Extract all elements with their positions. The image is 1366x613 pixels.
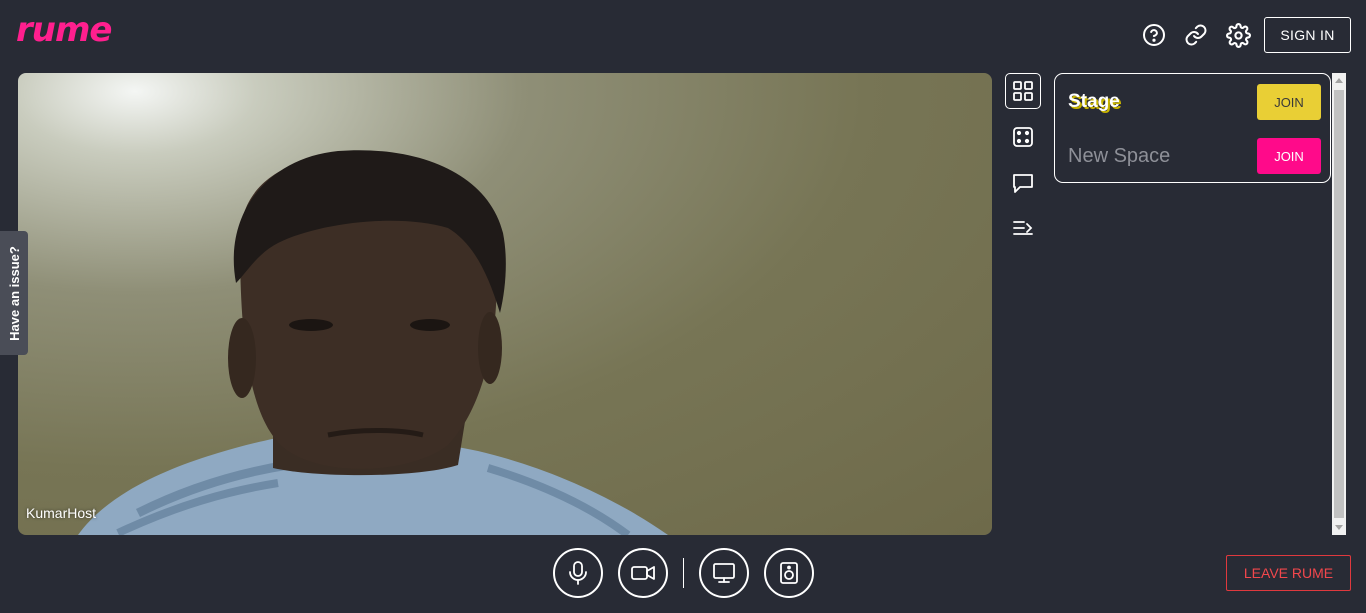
camera-feed-image	[78, 150, 668, 535]
join-stage-button[interactable]: JOIN	[1257, 84, 1321, 120]
screen-share-icon	[713, 563, 735, 583]
link-icon[interactable]	[1183, 22, 1209, 48]
grid-view-icon[interactable]	[1005, 73, 1041, 109]
space-name-new-space: New Space	[1068, 144, 1171, 167]
report-issue-tab[interactable]: Have an issue?	[0, 231, 28, 355]
settings-icon[interactable]	[1225, 22, 1251, 48]
screen-share-button[interactable]	[699, 548, 749, 598]
space-row-new-space: New Space JOIN	[1068, 138, 1321, 174]
chat-icon[interactable]	[1005, 165, 1041, 201]
spaces-panel: Stage JOIN New Space JOIN	[1054, 73, 1331, 183]
controls-divider	[683, 558, 684, 588]
video-tile: KumarHost	[18, 73, 992, 535]
panel-scrollbar[interactable]	[1332, 73, 1346, 535]
sign-in-button[interactable]: SIGN IN	[1264, 17, 1351, 53]
participant-name-label: KumarHost	[26, 505, 97, 521]
scrollbar-thumb[interactable]	[1334, 90, 1344, 518]
leave-rume-button[interactable]: LEAVE RUME	[1226, 555, 1351, 591]
scroll-up-arrow-icon[interactable]	[1335, 78, 1343, 83]
scroll-down-arrow-icon[interactable]	[1335, 525, 1343, 530]
speaker-icon	[780, 562, 798, 584]
space-name-stage: Stage	[1068, 91, 1120, 112]
space-row-stage: Stage JOIN	[1068, 84, 1321, 120]
help-icon[interactable]	[1141, 22, 1167, 48]
speaker-button[interactable]	[764, 548, 814, 598]
microphone-icon	[569, 561, 587, 585]
join-new-space-button[interactable]: JOIN	[1257, 138, 1321, 174]
camera-button[interactable]	[618, 548, 668, 598]
report-issue-label: Have an issue?	[6, 245, 22, 341]
rume-logo[interactable]: rume	[16, 10, 112, 50]
microphone-button[interactable]	[553, 548, 603, 598]
dice-icon[interactable]	[1005, 119, 1041, 155]
app-window: rume SIGN IN KumarHost Have an issue? St…	[0, 0, 1366, 613]
camera-icon	[631, 566, 655, 580]
collapse-panel-icon[interactable]	[1005, 210, 1041, 246]
